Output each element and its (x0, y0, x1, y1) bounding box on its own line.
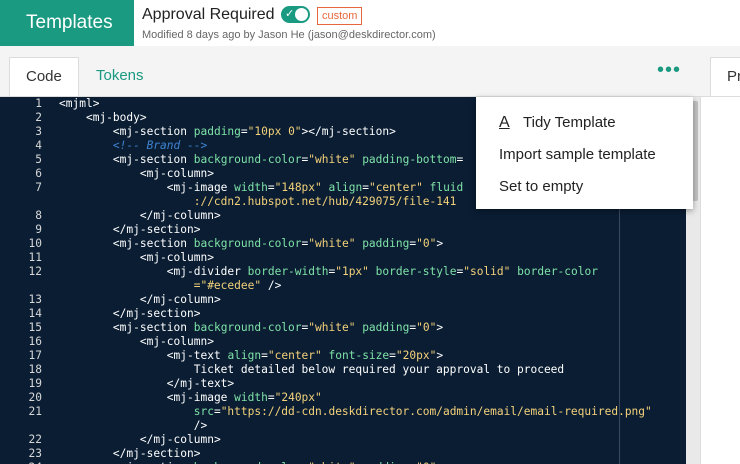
code-text[interactable]: /> (59, 419, 207, 433)
line-number: 20 (28, 391, 42, 404)
code-line[interactable]: 21 src="https://dd-cdn.deskdirector.com/… (0, 405, 700, 419)
line-number: 2 (35, 111, 42, 124)
code-line[interactable]: /> (0, 419, 700, 433)
code-text[interactable]: ="#ecedee" /> (59, 279, 282, 293)
code-line[interactable]: 11 <mj-column> (0, 251, 700, 265)
code-line[interactable]: 13 </mj-column> (0, 293, 700, 307)
line-number: 17 (28, 349, 42, 362)
code-text[interactable]: <mj-text align="center" font-size="20px"… (59, 349, 443, 363)
line-number: 22 (28, 433, 42, 446)
code-line[interactable]: 19 </mj-text> (0, 377, 700, 391)
more-options-menu: A Tidy Template Import sample template Se… (476, 97, 693, 209)
line-number: 14 (28, 307, 42, 320)
line-number: 4 (35, 139, 42, 152)
section-title: Templates (0, 0, 134, 46)
code-text[interactable]: </mj-section> (59, 307, 201, 321)
menu-item-set-to-empty[interactable]: Set to empty (499, 176, 583, 198)
code-line[interactable]: 9 </mj-section> (0, 223, 700, 237)
code-text[interactable]: Ticket detailed below required your appr… (59, 363, 564, 377)
code-text[interactable]: <mj-body> (59, 111, 147, 125)
menu-item-label: Import sample template (499, 146, 656, 163)
line-number: 1 (35, 97, 42, 110)
line-number: 10 (28, 237, 42, 250)
code-text[interactable]: </mj-column> (59, 209, 221, 223)
code-text[interactable]: src="https://dd-cdn.deskdirector.com/adm… (59, 405, 652, 419)
code-text[interactable]: </mj-section> (59, 447, 201, 461)
code-text[interactable]: </mj-text> (59, 377, 234, 391)
line-number: 13 (28, 293, 42, 306)
line-number: 16 (28, 335, 42, 348)
code-line[interactable]: 23 </mj-section> (0, 447, 700, 461)
code-text[interactable]: <mj-image width="148px" align="center" f… (59, 181, 464, 195)
code-text[interactable]: <mj-section background-color="white" pad… (59, 321, 443, 335)
check-icon: ✓ (285, 8, 295, 20)
line-number: 15 (28, 321, 42, 334)
line-number: 6 (35, 167, 42, 180)
code-line[interactable]: 18 Ticket detailed below required your a… (0, 363, 700, 377)
code-line[interactable]: 17 <mj-text align="center" font-size="20… (0, 349, 700, 363)
line-number: 11 (28, 251, 42, 264)
code-line[interactable]: 8 </mj-column> (0, 209, 700, 223)
code-text[interactable]: <mj-column> (59, 167, 214, 181)
line-number: 8 (35, 209, 42, 222)
code-text[interactable]: <mj-section background-color="white" pad… (59, 153, 463, 167)
line-number: 18 (28, 363, 42, 376)
code-line[interactable]: 22 </mj-column> (0, 433, 700, 447)
code-text[interactable]: <mj-section background-color="white" pad… (59, 237, 443, 251)
code-text[interactable]: <mjml> (59, 97, 99, 111)
code-line[interactable]: 10 <mj-section background-color="white" … (0, 237, 700, 251)
modified-info: Modified 8 days ago by Jason He (jason@d… (142, 29, 436, 41)
toggle-knob (295, 8, 308, 21)
code-text[interactable]: <!-- Brand --> (59, 139, 207, 153)
menu-item-label: Set to empty (499, 178, 584, 195)
code-text[interactable]: <mj-section padding="10px 0"></mj-sectio… (59, 125, 396, 139)
code-text[interactable]: </mj-column> (59, 433, 221, 447)
code-text[interactable]: <mj-image width="240px" (59, 391, 322, 405)
line-number: 7 (35, 181, 42, 194)
template-header: Approval Required ✓ custom Modified 8 da… (134, 0, 740, 46)
line-number: 3 (35, 125, 42, 138)
tab-code[interactable]: Code (9, 57, 79, 97)
tab-tokens[interactable]: Tokens (80, 57, 160, 97)
code-line[interactable]: 15 <mj-section background-color="white" … (0, 321, 700, 335)
format-icon: A (499, 114, 510, 131)
menu-item-tidy-template[interactable]: A Tidy Template (499, 112, 616, 134)
line-number: 9 (35, 223, 42, 236)
template-name: Approval Required (142, 6, 275, 23)
line-number: 19 (28, 377, 42, 390)
code-line[interactable]: 14 </mj-section> (0, 307, 700, 321)
code-text[interactable]: <mj-column> (59, 251, 214, 265)
menu-item-label: Tidy Template (523, 114, 616, 131)
tab-preview[interactable]: Pr (710, 57, 740, 97)
code-text[interactable]: <mj-divider border-width="1px" border-st… (59, 265, 598, 279)
line-number: 12 (28, 265, 42, 278)
code-text[interactable]: </mj-column> (59, 293, 221, 307)
code-line[interactable]: 20 <mj-image width="240px" (0, 391, 700, 405)
code-line[interactable]: ="#ecedee" /> (0, 279, 700, 293)
menu-item-import-sample[interactable]: Import sample template (499, 144, 656, 166)
line-number: 23 (28, 447, 42, 460)
code-text[interactable]: ://cdn2.hubspot.net/hub/429075/file-141 (59, 195, 457, 209)
custom-badge: custom (317, 7, 363, 25)
code-text[interactable]: </mj-section> (59, 223, 201, 237)
code-line[interactable]: 16 <mj-column> (0, 335, 700, 349)
more-options-button[interactable]: ••• (656, 60, 682, 84)
line-number: 21 (28, 405, 42, 418)
code-text[interactable]: <mj-column> (59, 335, 214, 349)
line-number: 5 (35, 153, 42, 166)
preview-pane (700, 97, 740, 464)
enabled-toggle[interactable]: ✓ (281, 6, 310, 23)
code-line[interactable]: 12 <mj-divider border-width="1px" border… (0, 265, 700, 279)
